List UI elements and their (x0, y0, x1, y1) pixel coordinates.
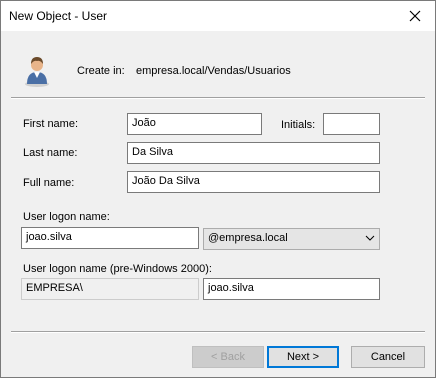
close-button[interactable] (395, 1, 435, 31)
upn-suffix-select[interactable]: @empresa.local (203, 228, 380, 250)
title-bar: New Object - User (1, 1, 435, 31)
create-in-path: empresa.local/Vendas/Usuarios (136, 65, 291, 77)
logon-name-field[interactable]: joao.silva (21, 227, 199, 249)
pre2000-label: User logon name (pre-Windows 2000): (23, 263, 212, 275)
back-button[interactable]: < Back (192, 346, 264, 368)
close-icon (409, 10, 421, 22)
initials-label: Initials: (281, 119, 316, 131)
pre2000-domain-field: EMPRESA\ (21, 278, 199, 300)
initials-field[interactable] (323, 113, 380, 135)
create-in-label: Create in: (77, 65, 125, 77)
separator-top (11, 97, 425, 99)
window-title: New Object - User (9, 9, 108, 23)
full-name-field[interactable]: João Da Silva (127, 171, 380, 193)
first-name-label: First name: (23, 118, 79, 130)
separator-bottom (11, 331, 425, 333)
next-button[interactable]: Next > (267, 346, 339, 368)
last-name-label: Last name: (23, 147, 78, 159)
upn-suffix-value: @empresa.local (208, 232, 288, 244)
first-name-field[interactable]: João (127, 113, 262, 135)
last-name-field[interactable]: Da Silva (127, 142, 380, 164)
full-name-label: Full name: (23, 177, 75, 189)
user-icon (25, 57, 49, 87)
logon-name-label: User logon name: (23, 211, 110, 223)
new-user-dialog: New Object - User Create in: empresa.loc… (0, 0, 436, 378)
chevron-down-icon (365, 235, 375, 241)
pre2000-logon-field[interactable]: joao.silva (203, 278, 380, 300)
cancel-button[interactable]: Cancel (351, 346, 425, 368)
